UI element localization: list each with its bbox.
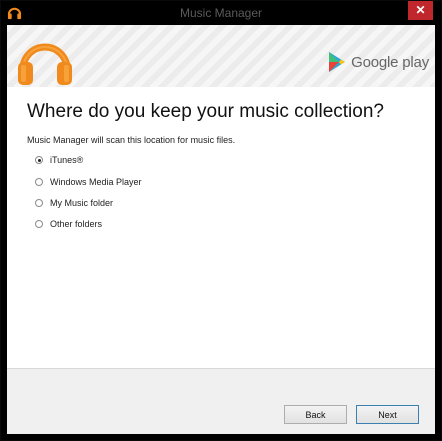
- window-frame-right: [435, 25, 441, 440]
- headphones-logo-icon: [18, 43, 72, 85]
- title-bar[interactable]: Music Manager ✕: [1, 1, 441, 25]
- dialog-footer: [7, 369, 435, 434]
- option-label: Windows Media Player: [50, 177, 142, 187]
- radio-windows-media-player[interactable]: [35, 178, 43, 186]
- page-description: Music Manager will scan this location fo…: [27, 135, 236, 145]
- window-frame-bottom: [1, 434, 441, 440]
- radio-other-folders[interactable]: [35, 220, 43, 228]
- window-title: Music Manager: [179, 6, 263, 20]
- radio-itunes[interactable]: [35, 156, 43, 164]
- google-play-text: Google play: [351, 53, 429, 71]
- option-label: My Music folder: [50, 198, 114, 208]
- radio-my-music-folder[interactable]: [35, 199, 43, 207]
- back-button[interactable]: Back: [284, 405, 347, 424]
- close-button[interactable]: ✕: [408, 1, 433, 20]
- option-label: Other folders: [50, 219, 103, 229]
- option-other-folders[interactable]: Other folders: [35, 219, 102, 229]
- next-button[interactable]: Next: [356, 405, 419, 424]
- header-banner: Google play: [7, 25, 435, 87]
- google-play-icon: [329, 52, 346, 72]
- dialog-content: Google play Where do you keep your music…: [7, 25, 435, 434]
- option-windows-media-player[interactable]: Windows Media Player: [35, 177, 142, 187]
- option-my-music-folder[interactable]: My Music folder: [35, 198, 113, 208]
- google-play-logo: Google play: [327, 49, 429, 75]
- option-label: iTunes®: [50, 155, 84, 165]
- app-window: Music Manager ✕ Google play Where do you…: [0, 0, 442, 441]
- page-title: Where do you keep your music collection?: [27, 101, 384, 122]
- option-itunes[interactable]: iTunes®: [35, 155, 83, 165]
